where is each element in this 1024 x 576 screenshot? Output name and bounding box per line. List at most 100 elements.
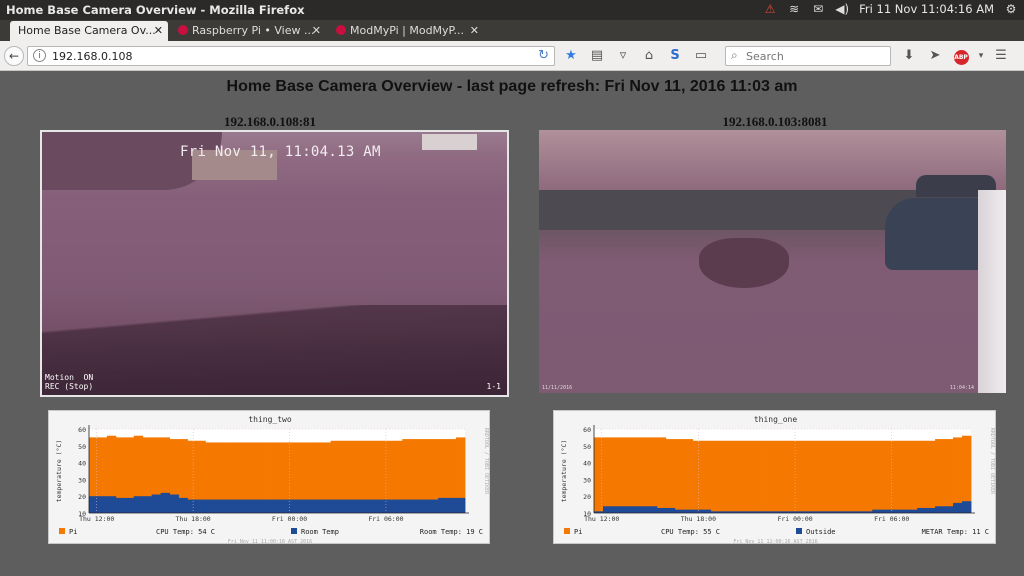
pi-temp-bar [674, 439, 685, 513]
clock[interactable]: Fri 11 Nov 11:04:16 AM [859, 2, 994, 16]
secondary-temp-bar [629, 506, 640, 513]
x-tick-label: Fri 00:00 [777, 515, 812, 523]
secondary-temp-bar [357, 499, 367, 513]
secondary-temp-bar [97, 496, 108, 513]
pi-temp-bar [818, 440, 828, 513]
camera-feed-1[interactable]: Fri Nov 11, 11:04.13 AM Motion ON REC (S… [40, 130, 509, 397]
search-bar[interactable]: ⌕ [725, 46, 891, 66]
secondary-temp-bar [872, 509, 882, 513]
menu-icon[interactable]: ☰ [988, 47, 1014, 65]
legend-swatch-pi [59, 528, 65, 534]
toolbar-icons-right: ⬇ ➤ ABP ▾ ☰ [896, 47, 1014, 65]
pi-temp-bar [683, 439, 694, 513]
pi-temp-bar [737, 440, 747, 513]
secondary-temp-bar [908, 509, 918, 513]
chart-svg: thing_two102030405060Thu 12:00 Thu 18:00 F… [55, 415, 489, 545]
legend-swatch-pi [564, 528, 570, 534]
pi-temp-bar [827, 440, 837, 513]
info-icon[interactable]: i [33, 49, 46, 62]
url-input[interactable] [52, 49, 522, 64]
secondary-temp-bar [214, 499, 224, 513]
pocket-icon[interactable]: ▿ [610, 47, 636, 65]
system-top-bar: Home Base Camera Overview - Mozilla Fire… [0, 0, 1024, 20]
back-button[interactable]: ← [4, 46, 24, 66]
secondary-temp-bar [294, 499, 305, 513]
pi-temp-bar [773, 440, 783, 513]
legend-secondary-temp: Room Temp: 19 C [420, 528, 483, 536]
home-icon[interactable]: ⌂ [636, 47, 662, 65]
send-icon[interactable]: ➤ [922, 47, 948, 65]
secondary-temp-bar [366, 499, 376, 513]
secondary-temp-bar [133, 496, 144, 513]
chart-title: thing_one [754, 415, 798, 424]
pi-temp-bar [809, 440, 819, 513]
camera-feed-2[interactable]: 11/11/2016 11:04:14 [539, 130, 1006, 393]
y-tick-label: 30 [583, 476, 591, 484]
pi-temp-bar [710, 440, 721, 513]
temperature-graph-thing-one[interactable]: thing_one 10 20 30 40 50 60 Thu 12:00 Thu 18:00 F… [553, 410, 996, 545]
search-input[interactable] [746, 49, 886, 64]
y-tick-label: 20 [583, 493, 591, 501]
x-tick-label: Thu 12:00 [584, 515, 619, 523]
volume-icon[interactable]: ◀) [835, 2, 849, 16]
y-tick-label: 40 [583, 460, 591, 468]
house [422, 134, 477, 150]
tab-raspberry-pi[interactable]: Raspberry Pi • View ... ✕ [170, 21, 326, 41]
secondary-temp-bar [944, 506, 954, 513]
secondary-temp-bar [602, 506, 613, 513]
folder-icon[interactable]: ▭ [688, 47, 714, 65]
legend-secondary-label: Outside [806, 528, 836, 536]
pi-temp-bar [719, 440, 730, 513]
temperature-graph-thing-two[interactable]: thing_two 10 20 30 40 50 60 Thu 12:00 Thu 18:00 F… [48, 410, 490, 545]
pi-temp-bar [629, 437, 640, 513]
bookmark-star-icon[interactable]: ★ [558, 47, 584, 65]
mail-icon[interactable]: ✉ [811, 2, 825, 16]
y-tick-label: 40 [78, 460, 86, 468]
reload-icon[interactable]: ↻ [538, 48, 549, 63]
secondary-temp-bar [438, 497, 448, 513]
legend-cpu-temp: CPU Temp: 54 C [156, 528, 215, 536]
secondary-temp-bar [962, 501, 972, 513]
s-extension-icon[interactable]: S [662, 47, 688, 65]
tab-modmypi[interactable]: ModMyPi | ModMyP... ✕ [328, 21, 484, 41]
pi-temp-bar [863, 440, 873, 513]
legend-pi-label: Pi [574, 528, 582, 536]
pi-temp-bar [908, 440, 918, 513]
tab-home-base[interactable]: Home Base Camera Ov... ✕ [10, 21, 168, 41]
rrdtool-credit: RRDTOOL / TOBI OETIKER [989, 428, 995, 495]
rrdtool-credit: RRDTOOL / TOBI OETIKER [483, 428, 489, 495]
cam2-small-timestamp-2: 11:04:14 [949, 385, 974, 391]
secondary-temp-bar [656, 507, 667, 513]
pi-temp-bar [944, 439, 954, 513]
shadow [42, 305, 507, 395]
secondary-temp-bar [611, 506, 622, 513]
secondary-temp-bar [683, 509, 694, 513]
url-bar[interactable]: i ↻ [27, 46, 555, 66]
wifi-icon[interactable]: ≋ [787, 2, 801, 16]
close-tab-icon[interactable]: ✕ [470, 24, 479, 37]
x-tick-label: Fri 06:00 [368, 515, 403, 523]
nav-toolbar: ← i ↻ ★ ▤ ▿ ⌂ S ▭ ⌕ ⬇ ➤ ABP ▾ ☰ [0, 41, 1024, 71]
close-tab-icon[interactable]: ✕ [154, 24, 163, 37]
close-tab-icon[interactable]: ✕ [312, 24, 321, 37]
adblock-icon[interactable]: ABP [948, 47, 974, 65]
cam2-small-timestamp: 11/11/2016 [542, 385, 573, 391]
chart-title: thing_two [248, 415, 292, 424]
pi-temp-bar [899, 440, 909, 513]
secondary-temp-bar [268, 499, 278, 513]
secondary-temp-bar [917, 507, 927, 513]
pi-temp-bar [638, 437, 649, 513]
secondary-temp-bar [187, 499, 197, 513]
gear-icon[interactable]: ⚙ [1004, 2, 1018, 16]
pi-temp-bar [728, 440, 739, 513]
reading-list-icon[interactable]: ▤ [584, 47, 610, 65]
download-icon[interactable]: ⬇ [896, 47, 922, 65]
frame-counter: 1-1 [486, 382, 501, 391]
tab-label: ModMyPi | ModMyP... [350, 24, 464, 37]
secondary-temp-bar [429, 499, 439, 513]
secondary-temp-bar [178, 497, 188, 513]
pi-temp-bar [791, 440, 801, 513]
warning-icon[interactable]: ⚠ [763, 2, 777, 16]
chevron-down-icon[interactable]: ▾ [974, 47, 988, 65]
legend-secondary-label: Room Temp [301, 528, 339, 536]
